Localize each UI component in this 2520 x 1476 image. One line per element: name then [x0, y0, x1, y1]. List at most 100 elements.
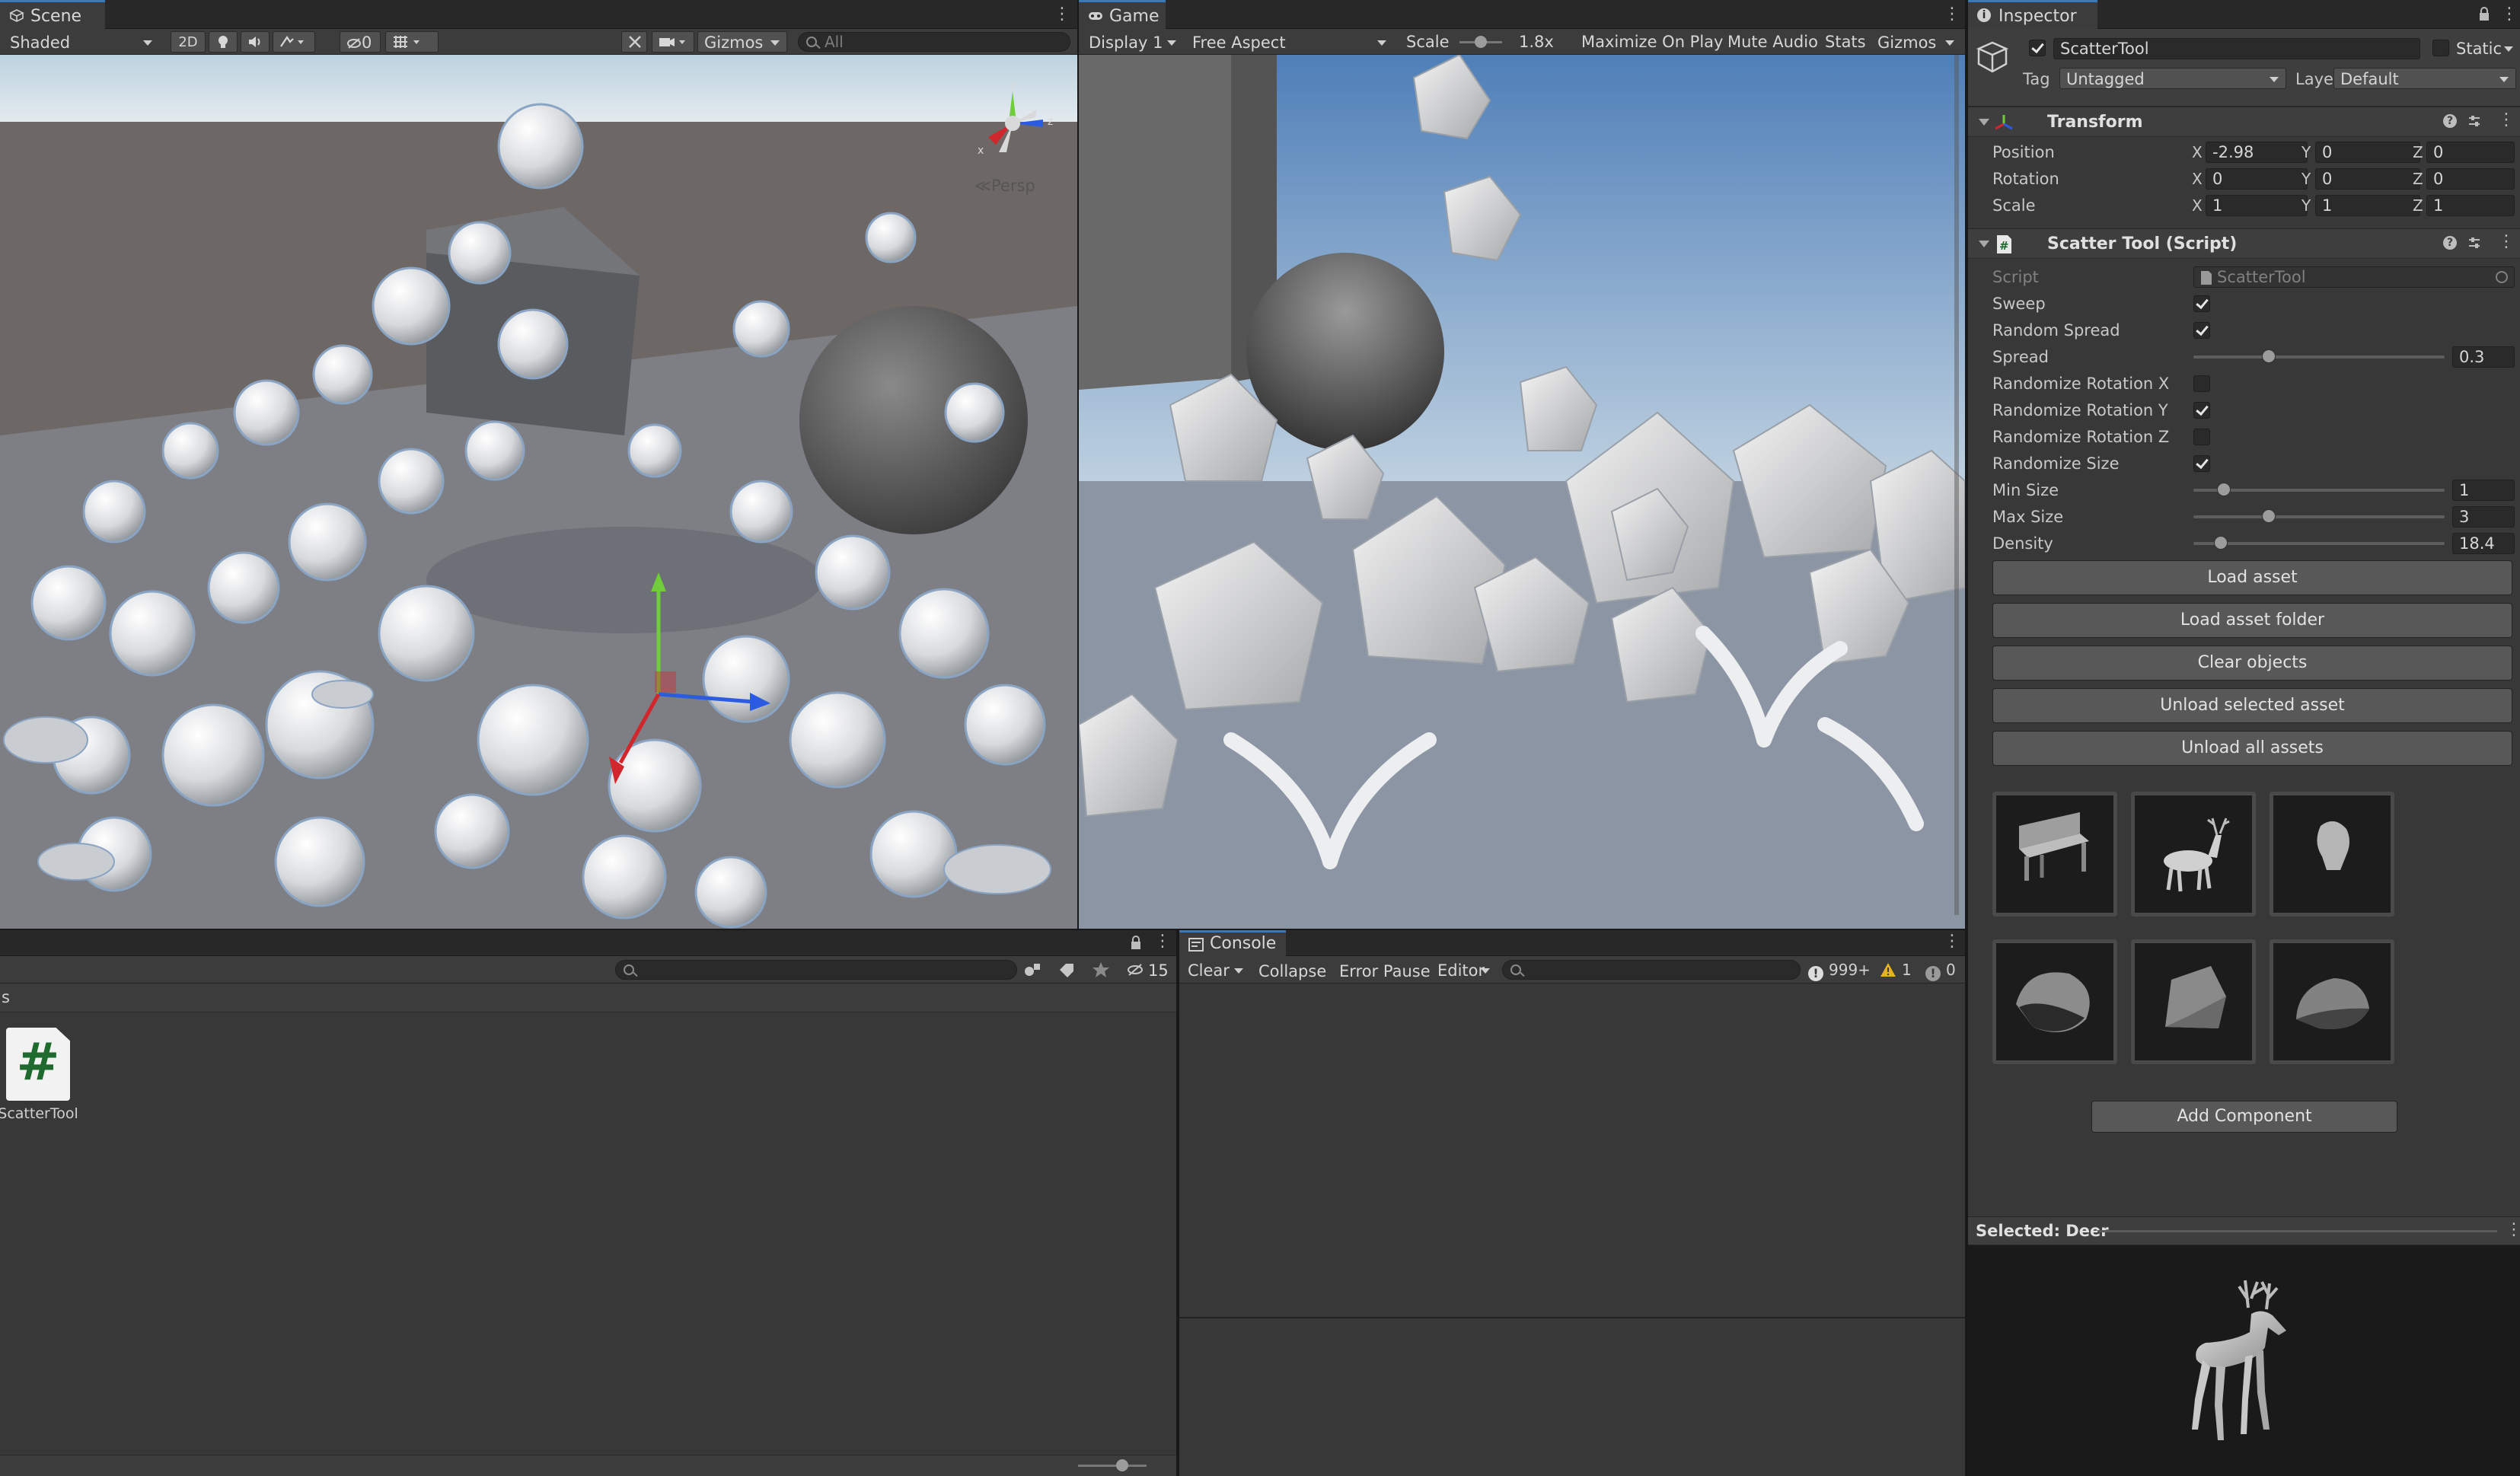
error-count-toggle[interactable]: ! 0 — [1925, 961, 1956, 981]
eye-hidden-icon[interactable] — [1127, 963, 1144, 977]
project-search-input[interactable] — [615, 960, 1017, 980]
add-component-button[interactable]: Add Component — [2091, 1101, 2397, 1133]
load-asset-folder-button[interactable]: Load asset folder — [1992, 603, 2512, 638]
help-icon[interactable]: ? — [2443, 236, 2457, 250]
mute-audio-button[interactable]: Mute Audio — [1727, 31, 1818, 53]
game-menu-icon[interactable]: ⋮ — [1944, 6, 1960, 23]
object-active-checkbox[interactable] — [2029, 40, 2046, 56]
help-icon[interactable]: ? — [2443, 114, 2457, 128]
scale-slider-knob[interactable] — [1475, 36, 1487, 48]
grid-toggle[interactable] — [385, 31, 439, 53]
aspect-dropdown[interactable]: Free Aspect — [1185, 31, 1394, 53]
asset-thumb-bench[interactable] — [1992, 792, 2117, 917]
transform-menu-icon[interactable]: ⋮ — [2498, 112, 2515, 129]
preview-menu-icon[interactable]: ⋮ — [2506, 1222, 2520, 1239]
position-y-field[interactable]: 0 — [2315, 142, 2420, 163]
density-field[interactable]: 18.4 — [2452, 533, 2515, 554]
display-dropdown[interactable]: Display 1 — [1082, 31, 1184, 53]
lock-icon[interactable] — [1130, 935, 1142, 950]
filter-type-icon[interactable] — [1023, 962, 1041, 977]
asset-thumb-rock-1[interactable] — [1992, 939, 2117, 1064]
scene-viewport[interactable]: y z x ≪Persp — [0, 55, 1077, 929]
error-pause-toggle[interactable]: Error Pause — [1339, 961, 1431, 982]
console-detail-area[interactable] — [1179, 1320, 1965, 1476]
foldout-arrow-icon[interactable] — [1979, 119, 1989, 126]
breadcrumb[interactable]: s — [2, 988, 10, 1006]
thumbnail-size-slider[interactable] — [1078, 1459, 1147, 1471]
asset-thumb-rock-2[interactable] — [2131, 939, 2256, 1064]
stats-button[interactable]: Stats — [1825, 31, 1866, 53]
scale-slider[interactable] — [1459, 31, 1502, 53]
scatter-tool-header[interactable]: # Scatter Tool (Script) ? ⋮ — [1968, 228, 2520, 259]
scene-render[interactable] — [0, 55, 1077, 929]
unload-selected-asset-button[interactable]: Unload selected asset — [1992, 688, 2512, 723]
collapse-toggle[interactable]: Collapse — [1258, 961, 1326, 982]
rotation-y-field[interactable]: 0 — [2315, 168, 2420, 190]
scale-y-field[interactable]: 1 — [2315, 195, 2420, 216]
object-name-input[interactable]: ScatterTool — [2053, 38, 2420, 59]
load-asset-button[interactable]: Load asset — [1992, 560, 2512, 595]
foldout-arrow-icon[interactable] — [1979, 241, 1989, 247]
asset-item-scattertool[interactable]: # ScatterTool — [0, 1028, 78, 1122]
position-x-field[interactable]: -2.98 — [2206, 142, 2308, 163]
persp-toggle[interactable]: ≪Persp — [975, 177, 1035, 195]
editor-dropdown[interactable]: Editor — [1431, 959, 1498, 980]
static-checkbox[interactable] — [2432, 40, 2449, 56]
lighting-toggle[interactable] — [209, 31, 238, 53]
asset-thumb-deer[interactable] — [2131, 792, 2256, 917]
transform-header[interactable]: Transform ? ⋮ — [1968, 107, 2520, 137]
tab-scene[interactable]: Scene — [0, 0, 105, 29]
preset-sliders-icon[interactable] — [2467, 114, 2481, 128]
asset-thumb-rock-3[interactable] — [2270, 939, 2394, 1064]
label-tag-icon[interactable] — [1058, 962, 1075, 977]
toggle-2d-button[interactable]: 2D — [171, 31, 206, 53]
spread-field[interactable]: 0.3 — [2452, 346, 2515, 368]
camera-dropdown[interactable] — [652, 31, 694, 53]
max-size-slider-track[interactable] — [2193, 515, 2445, 518]
log-count-toggle[interactable]: ! 999+ — [1808, 961, 1871, 981]
min-size-field[interactable]: 1 — [2452, 480, 2515, 501]
spread-slider-knob[interactable] — [2262, 349, 2276, 363]
maximize-on-play-button[interactable]: Maximize On Play — [1581, 31, 1723, 53]
favorite-star-icon[interactable] — [1092, 961, 1110, 978]
clear-dropdown[interactable]: Clear — [1181, 959, 1251, 980]
min-size-slider-knob[interactable] — [2216, 483, 2231, 496]
thumbnail-size-knob[interactable] — [1116, 1459, 1128, 1471]
scale-z-field[interactable]: 1 — [2426, 195, 2515, 216]
inspector-menu-icon[interactable]: ⋮ — [2501, 6, 2518, 23]
max-size-slider-knob[interactable] — [2262, 509, 2276, 523]
randomize-size-checkbox[interactable] — [2193, 455, 2210, 472]
sweep-checkbox[interactable] — [2193, 295, 2210, 312]
asset-preview[interactable] — [1968, 1245, 2520, 1476]
scatter-tool-menu-icon[interactable]: ⋮ — [2498, 234, 2515, 250]
tab-inspector[interactable]: i Inspector — [1968, 0, 2097, 29]
audio-toggle[interactable] — [241, 31, 270, 53]
object-picker-icon[interactable] — [2496, 271, 2508, 283]
preview-drag-bar[interactable] — [2097, 1230, 2497, 1232]
preset-sliders-icon[interactable] — [2467, 236, 2481, 250]
rotation-x-checkbox[interactable] — [2193, 375, 2210, 392]
rotation-z-field[interactable]: 0 — [2426, 168, 2515, 190]
game-gizmos-dropdown[interactable]: Gizmos — [1871, 31, 1962, 53]
lock-icon[interactable] — [2478, 6, 2490, 21]
scene-menu-icon[interactable]: ⋮ — [1054, 6, 1070, 23]
effects-toggle[interactable] — [273, 31, 315, 53]
rotation-y-checkbox[interactable] — [2193, 402, 2210, 419]
game-viewport[interactable] — [1079, 55, 1965, 929]
rotation-z-checkbox[interactable] — [2193, 429, 2210, 445]
max-size-field[interactable]: 3 — [2452, 506, 2515, 528]
density-slider-track[interactable] — [2193, 542, 2445, 545]
clear-objects-button[interactable]: Clear objects — [1992, 646, 2512, 681]
scale-x-field[interactable]: 1 — [2206, 195, 2308, 216]
console-log-area[interactable] — [1179, 983, 1965, 1318]
position-z-field[interactable]: 0 — [2426, 142, 2515, 163]
game-scrollbar[interactable] — [1954, 55, 1959, 915]
tab-game[interactable]: Game — [1079, 0, 1166, 29]
density-slider-knob[interactable] — [2214, 536, 2228, 550]
min-size-slider-track[interactable] — [2193, 489, 2445, 492]
unload-all-assets-button[interactable]: Unload all assets — [1992, 731, 2512, 766]
draw-mode-dropdown[interactable]: Shaded — [3, 31, 160, 53]
scene-search-input[interactable]: All — [798, 32, 1070, 52]
hidden-objects-toggle[interactable]: 0 — [340, 31, 381, 53]
tools-button[interactable] — [621, 31, 647, 53]
